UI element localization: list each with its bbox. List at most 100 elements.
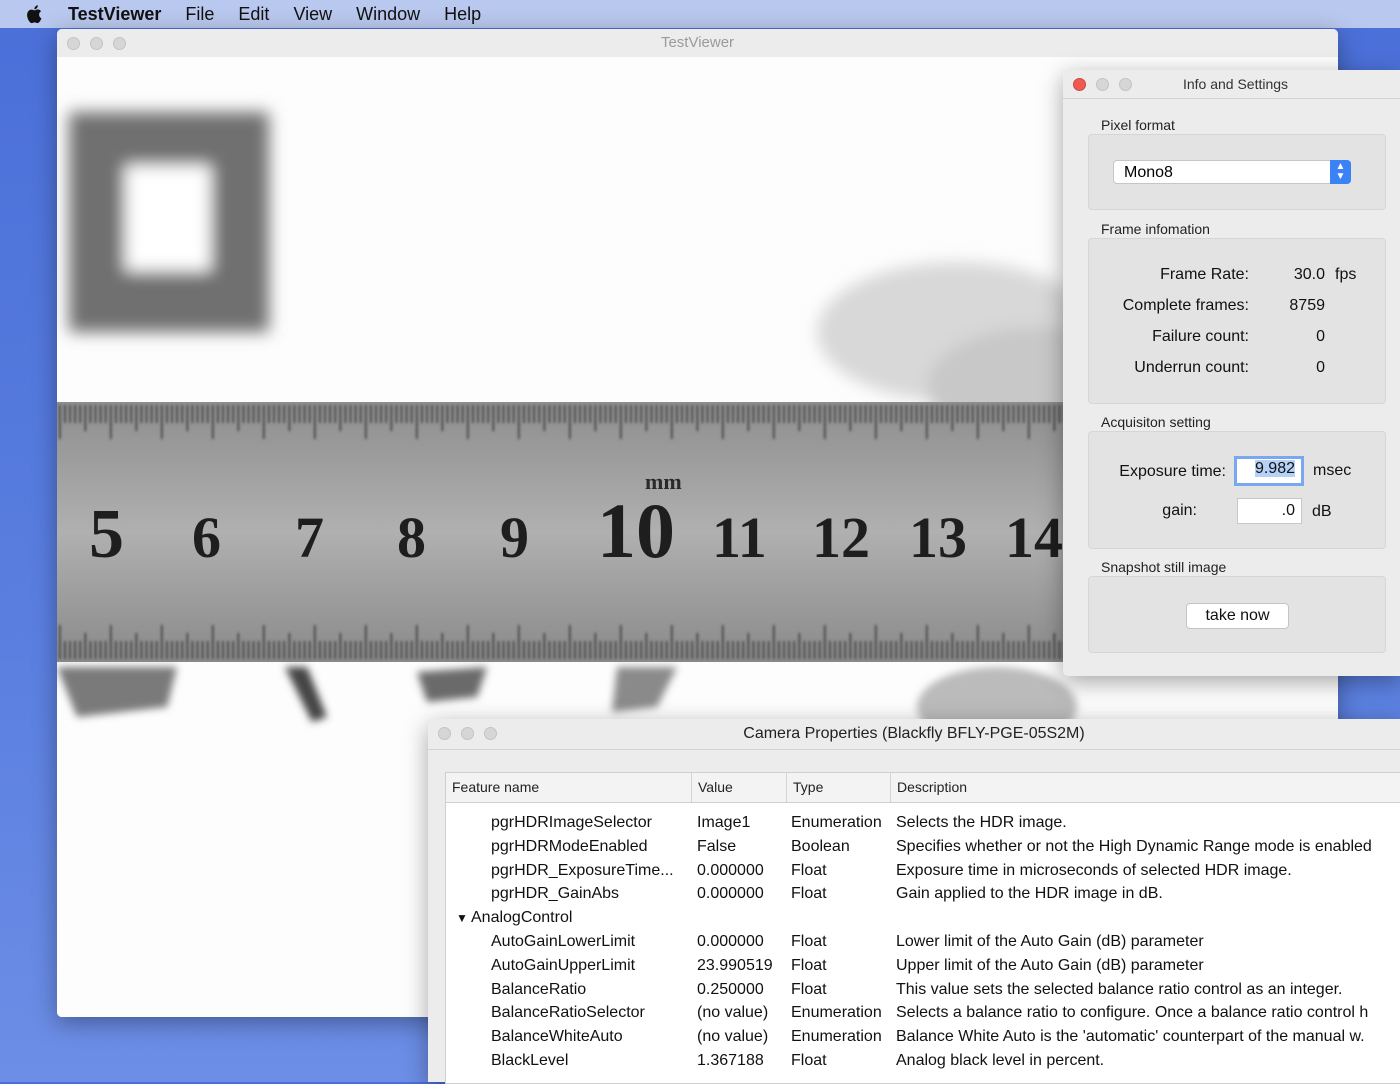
ruler-tick	[89, 405, 92, 423]
value-cell: Image1	[697, 814, 751, 831]
ruler-tick	[293, 641, 296, 659]
table-row[interactable]: BlackLevel 1.367188 Float Analog black leve…	[446, 1049, 1400, 1073]
ruler-tick	[74, 405, 76, 423]
ruler-tick	[232, 405, 234, 423]
take-now-button[interactable]: take now	[1186, 603, 1289, 629]
ruler-tick	[589, 405, 591, 423]
table-row[interactable]: AutoGainLowerLimit 0.000000 Float Lower lim…	[446, 930, 1400, 954]
table-row[interactable]: pgrHDR_ExposureTime... 0.000000 Float Expos…	[446, 859, 1400, 883]
ruler-tick	[829, 405, 831, 423]
ruler-tick	[635, 641, 637, 659]
ruler-tick	[395, 641, 398, 659]
ruler-tick	[915, 641, 918, 659]
menu-window[interactable]: Window	[356, 4, 420, 25]
ruler-tick	[671, 405, 673, 439]
pixel-format-select[interactable]: Mono8 ▲ ▼	[1113, 160, 1351, 184]
ruler-tick	[69, 405, 71, 423]
close-button[interactable]	[438, 727, 451, 740]
ruler-tick	[941, 405, 943, 423]
zoom-button[interactable]	[1119, 78, 1132, 91]
ruler-number: 13	[909, 505, 967, 570]
ruler-tick	[324, 405, 326, 423]
column-type[interactable]: Type	[787, 773, 891, 802]
ruler-tick	[288, 633, 291, 659]
table-row[interactable]: BalanceWhiteAuto (no value) Enumeration Bal…	[446, 1025, 1400, 1049]
ruler-tick	[191, 641, 194, 659]
disclosure-triangle-icon[interactable]: ▼	[456, 906, 468, 930]
ruler-tick	[135, 405, 138, 431]
ruler-tick	[533, 405, 535, 423]
exposure-value: 9.982	[1254, 460, 1295, 477]
properties-table[interactable]: Feature name Value Type Description pgrH…	[445, 772, 1400, 1084]
ruler-tick	[920, 405, 923, 423]
viewer-titlebar[interactable]: TestViewer	[57, 29, 1338, 58]
props-titlebar[interactable]: Camera Properties (Blackfly BFLY-PGE-05S…	[428, 719, 1400, 750]
ruler-tick	[915, 405, 918, 423]
close-button[interactable]	[67, 37, 80, 50]
description-cell: Balance White Auto is the 'automatic' co…	[896, 1028, 1365, 1046]
column-feature-name[interactable]: Feature name	[446, 773, 692, 802]
table-row[interactable]: BalanceRatio 0.250000 Float This value sets…	[446, 978, 1400, 1002]
menu-help[interactable]: Help	[444, 4, 481, 25]
table-row[interactable]: pgrHDR_GainAbs 0.000000 Float Gain applied …	[446, 882, 1400, 906]
zoom-button[interactable]	[113, 37, 126, 50]
ruler-tick	[594, 405, 597, 431]
ruler-tick	[778, 405, 780, 423]
menu-file[interactable]: File	[185, 4, 214, 25]
table-group-row[interactable]: ▼ AnalogControl	[446, 906, 1400, 930]
exposure-input[interactable]: 9.982	[1234, 456, 1304, 486]
ruler-tick	[543, 633, 546, 659]
minimize-button[interactable]	[90, 37, 103, 50]
viewer-title: TestViewer	[660, 34, 735, 51]
ruler-tick	[961, 405, 964, 423]
ruler-tick	[115, 641, 117, 659]
ruler-tick	[941, 641, 943, 659]
feature-name-cell: BalanceRatioSelector	[491, 1004, 645, 1022]
app-menu[interactable]: TestViewer	[68, 4, 161, 25]
ruler-tick	[370, 641, 372, 659]
apple-icon[interactable]	[24, 3, 46, 25]
group-label: AnalogControl	[471, 909, 573, 927]
column-description[interactable]: Description	[891, 773, 1400, 802]
info-titlebar[interactable]: Info and Settings	[1063, 70, 1400, 99]
minimize-button[interactable]	[461, 727, 474, 740]
ruler-tick	[217, 405, 219, 423]
ruler-tick	[645, 405, 648, 431]
table-row[interactable]: pgrHDRImageSelector Image1 Enumeration Sele…	[446, 811, 1400, 835]
column-value[interactable]: Value	[692, 773, 787, 802]
ruler-tick	[609, 405, 612, 423]
ruler-tick	[242, 405, 245, 423]
minimize-button[interactable]	[1096, 78, 1109, 91]
ruler-tick	[293, 405, 296, 423]
feature-name-cell: pgrHDR_GainAbs	[491, 885, 620, 903]
ruler-tick	[1012, 405, 1015, 423]
ruler-tick	[895, 641, 897, 659]
close-button[interactable]	[1073, 78, 1086, 91]
ruler-tick	[222, 405, 224, 423]
value-cell: 1.367188	[697, 1052, 764, 1069]
ruler-tick	[951, 633, 954, 659]
ruler-tick	[150, 641, 153, 659]
zoom-button[interactable]	[484, 727, 497, 740]
ruler-tick	[997, 405, 999, 423]
ruler-tick	[467, 405, 469, 439]
complete-frames-label: Complete frames:	[1122, 297, 1249, 314]
table-row[interactable]: BalanceRatioSelector (no value) Enumeratio…	[446, 1001, 1400, 1025]
ruler-tick	[431, 405, 433, 423]
ruler-tick	[788, 641, 790, 659]
ruler-tick	[79, 405, 81, 423]
ruler-tick	[497, 641, 500, 659]
ruler-tick	[288, 405, 291, 431]
gain-input[interactable]: .0	[1237, 498, 1302, 524]
ruler-tick	[773, 625, 775, 659]
ruler-tick	[783, 405, 785, 423]
table-row[interactable]: AutoGainUpperLimit 23.990519 Float Upper li…	[446, 954, 1400, 978]
menu-view[interactable]: View	[293, 4, 332, 25]
ruler-number: 5	[89, 496, 124, 573]
ruler-tick	[354, 405, 357, 423]
ruler-tick	[482, 641, 484, 659]
pixel-format-value: Mono8	[1124, 164, 1173, 181]
menu-edit[interactable]: Edit	[238, 4, 269, 25]
table-row[interactable]: pgrHDRModeEnabled False Boolean Specifies w…	[446, 835, 1400, 859]
ruler-tick	[599, 405, 602, 423]
